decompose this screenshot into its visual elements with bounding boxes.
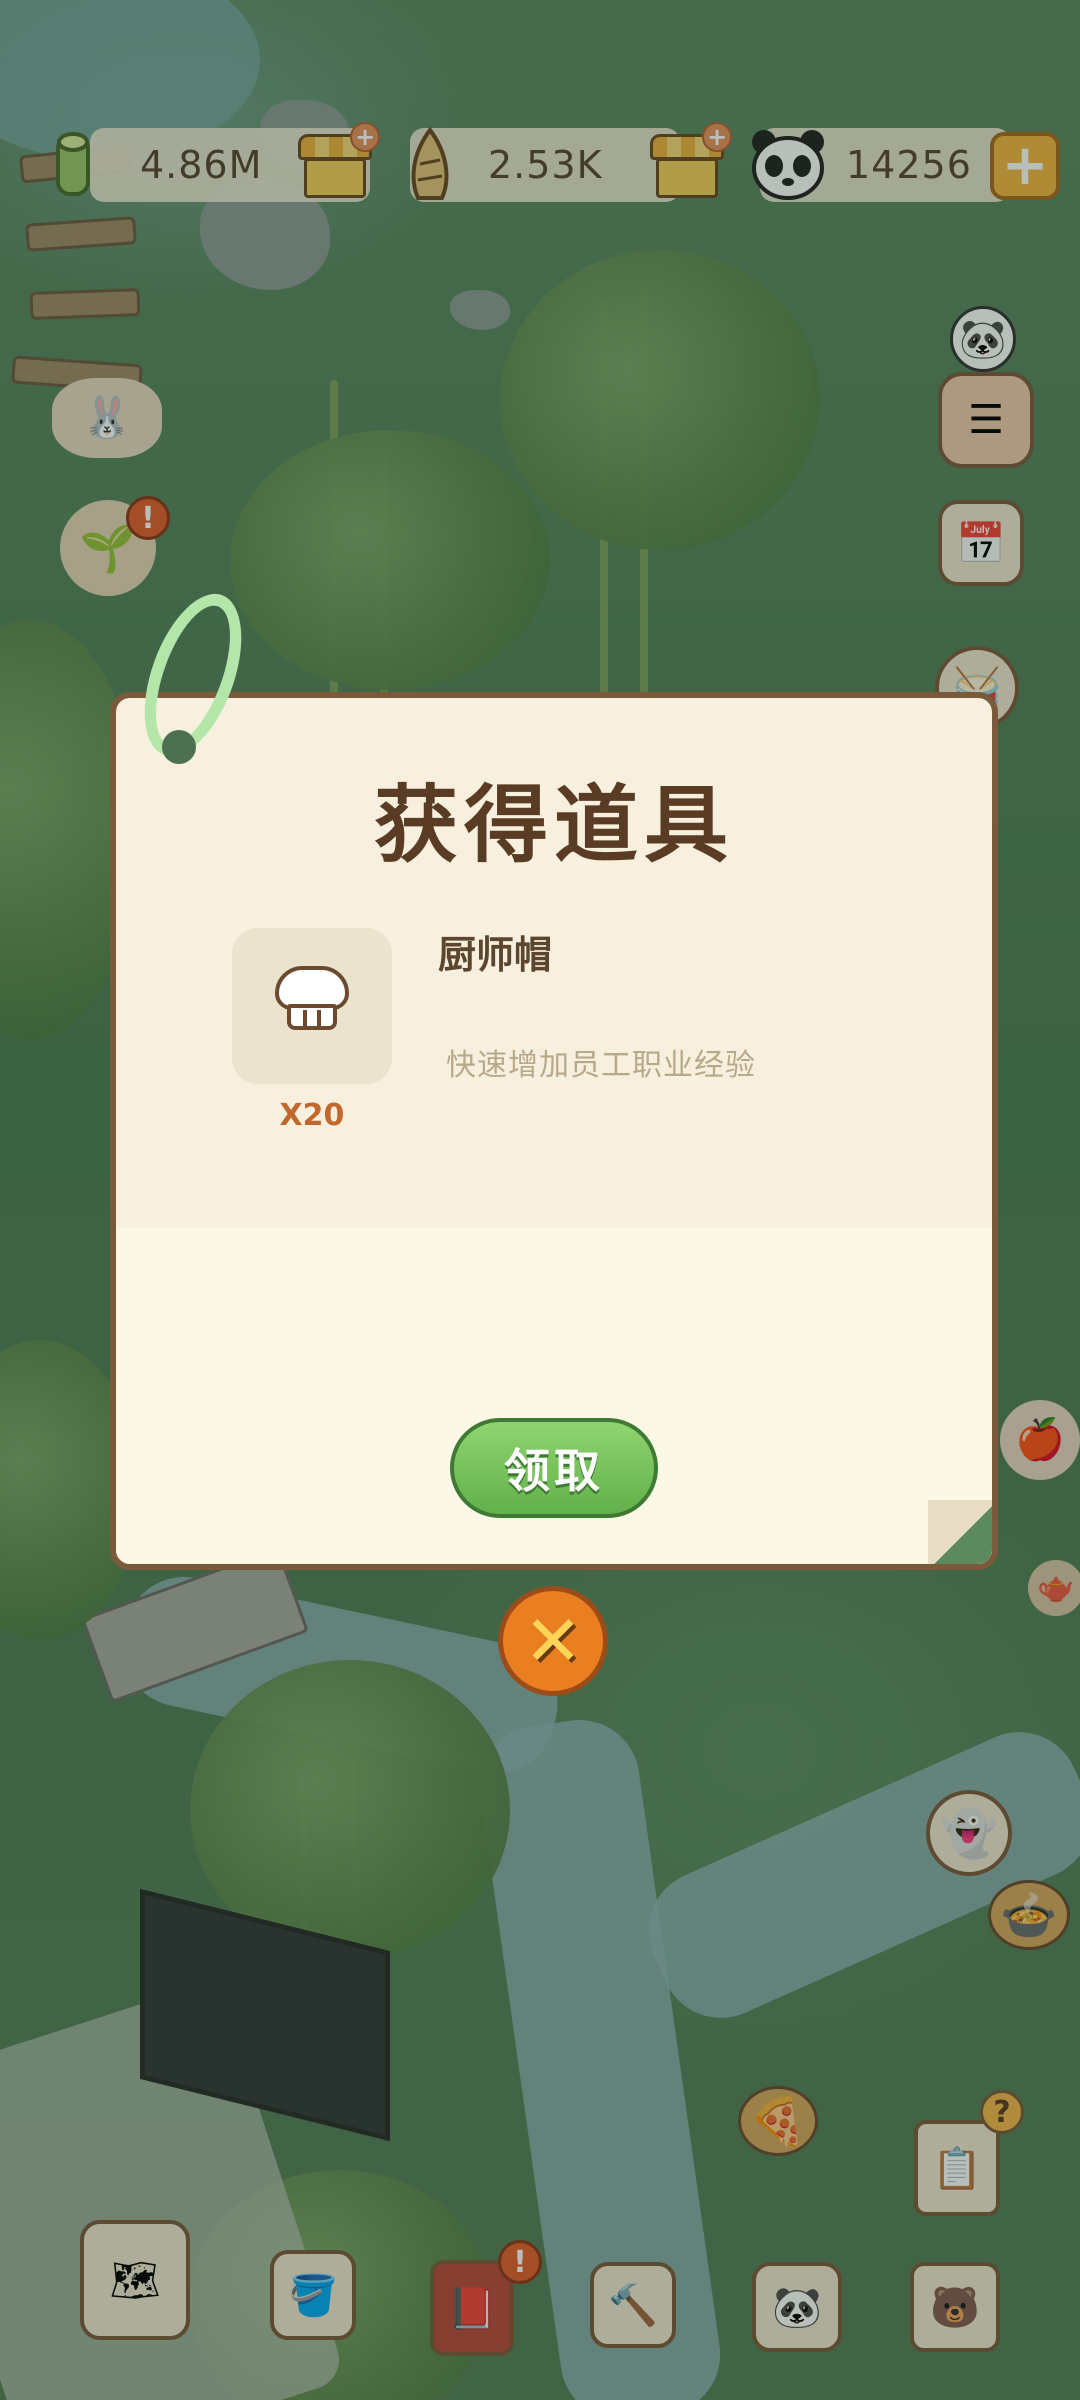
item-reward-dialog: 获得道具 X20 厨师帽 快速增加员工职业经验 领取 <box>110 692 998 1570</box>
item-slot <box>232 928 392 1084</box>
dialog-divider <box>116 1218 992 1230</box>
chef-hat-icon <box>275 966 349 1036</box>
dialog-footer-area <box>116 1228 992 1564</box>
pin-icon <box>162 730 196 764</box>
dialog-title: 获得道具 <box>373 776 734 874</box>
item-description: 快速增加员工职业经验 <box>446 1048 756 1083</box>
page-corner-fold <box>928 1500 992 1564</box>
item-quantity: X20 <box>279 1098 345 1133</box>
close-icon: ✕ <box>523 1600 583 1682</box>
item-name: 厨师帽 <box>438 933 553 977</box>
close-button[interactable]: ✕ <box>498 1586 608 1696</box>
claim-button[interactable]: 领取 <box>450 1418 658 1518</box>
